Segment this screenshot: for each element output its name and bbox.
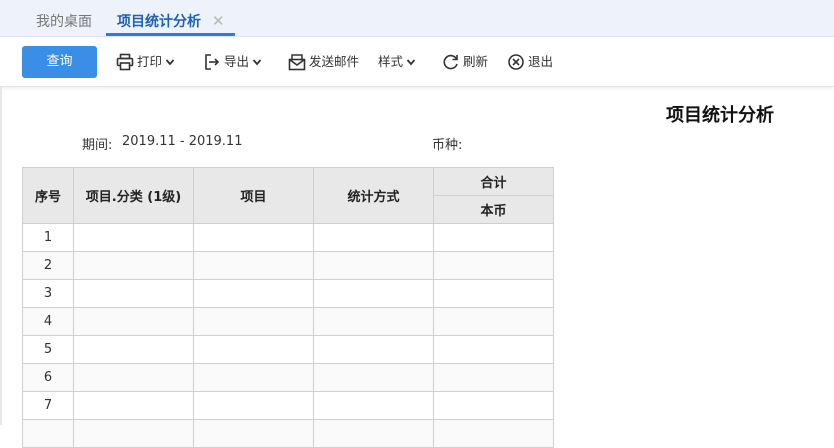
cell-item[interactable] [193, 279, 314, 308]
cell-item[interactable] [193, 335, 314, 364]
table-row[interactable]: 2 [22, 251, 554, 280]
table-body: 1234567 [22, 223, 554, 448]
tab-bar: 我的桌面 项目统计分析 ✕ [0, 0, 834, 37]
cell-method[interactable] [313, 307, 434, 336]
print-label: 打印 [137, 54, 163, 69]
cell-item[interactable] [193, 223, 314, 252]
report-table: 序号 项目.分类 (1级) 项目 统计方式 合计 本币 1234567 [22, 167, 554, 448]
period-label: 期间: [82, 138, 113, 153]
cell-amount[interactable] [433, 279, 554, 308]
exit-button[interactable]: 退出 [507, 52, 553, 72]
cell-method[interactable] [313, 279, 434, 308]
printer-icon [116, 53, 134, 71]
refresh-icon [443, 54, 458, 70]
table-row[interactable]: 1 [22, 223, 554, 252]
cell-amount[interactable] [433, 335, 554, 364]
cell-method[interactable] [313, 335, 434, 364]
cell-seq[interactable]: 2 [22, 251, 74, 280]
toolbar: 查询 打印 导出 发送邮件 样式 刷新 退出 [0, 37, 834, 87]
style-dropdown[interactable]: 样式 [378, 52, 416, 72]
send-mail-label: 发送邮件 [309, 54, 360, 69]
cell-amount[interactable] [433, 251, 554, 280]
cell-item[interactable] [193, 419, 314, 448]
cell-seq[interactable]: 3 [22, 279, 74, 308]
cell-category[interactable] [73, 307, 194, 336]
cell-seq[interactable]: 7 [22, 391, 74, 420]
table-row[interactable]: 6 [22, 363, 554, 392]
tab-my-desktop[interactable]: 我的桌面 [36, 12, 92, 34]
period-value: 2019.11 - 2019.11 [122, 134, 243, 149]
header-local-currency: 本币 [433, 195, 554, 224]
header-method: 统计方式 [313, 167, 434, 224]
cell-amount[interactable] [433, 307, 554, 336]
close-icon[interactable]: ✕ [212, 12, 225, 30]
cell-category[interactable] [73, 223, 194, 252]
cell-amount[interactable] [433, 419, 554, 448]
print-button[interactable]: 打印 [116, 52, 175, 72]
style-label: 样式 [378, 54, 404, 69]
tab-label: 项目统计分析 [117, 14, 201, 30]
table-row[interactable]: 5 [22, 335, 554, 364]
cell-category[interactable] [73, 335, 194, 364]
cell-method[interactable] [313, 391, 434, 420]
exit-label: 退出 [528, 54, 554, 69]
header-seq: 序号 [22, 167, 74, 224]
query-button[interactable]: 查询 [22, 46, 97, 78]
refresh-button[interactable]: 刷新 [442, 52, 488, 72]
cell-amount[interactable] [433, 363, 554, 392]
export-button[interactable]: 导出 [203, 52, 262, 72]
cell-seq[interactable]: 6 [22, 363, 74, 392]
chevron-down-icon [406, 59, 416, 66]
cell-item[interactable] [193, 251, 314, 280]
cell-method[interactable] [313, 223, 434, 252]
envelope-icon [288, 54, 306, 71]
chevron-down-icon [165, 59, 175, 66]
refresh-label: 刷新 [463, 54, 489, 69]
export-label: 导出 [224, 54, 250, 69]
header-item: 项目 [193, 167, 314, 224]
cell-seq[interactable]: 4 [22, 307, 74, 336]
table-row[interactable]: 3 [22, 279, 554, 308]
cell-category[interactable] [73, 363, 194, 392]
table-row[interactable] [22, 419, 554, 448]
cell-category[interactable] [73, 391, 194, 420]
header-total: 合计 [433, 167, 554, 196]
currency-label: 币种: [432, 138, 463, 153]
cell-seq[interactable] [22, 419, 74, 448]
cell-category[interactable] [73, 279, 194, 308]
table-row[interactable]: 7 [22, 391, 554, 420]
export-icon [205, 54, 220, 70]
cell-item[interactable] [193, 363, 314, 392]
cell-amount[interactable] [433, 223, 554, 252]
report-title: 项目统计分析 [666, 105, 774, 126]
cell-item[interactable] [193, 307, 314, 336]
cell-seq[interactable]: 1 [22, 223, 74, 252]
cell-item[interactable] [193, 391, 314, 420]
cell-category[interactable] [73, 419, 194, 448]
close-circle-icon [508, 54, 524, 70]
cell-seq[interactable]: 5 [22, 335, 74, 364]
table-row[interactable]: 4 [22, 307, 554, 336]
header-category: 项目.分类 (1级) [73, 167, 194, 224]
cell-amount[interactable] [433, 391, 554, 420]
send-mail-button[interactable]: 发送邮件 [288, 52, 359, 72]
cell-category[interactable] [73, 251, 194, 280]
panel-edge [0, 87, 2, 425]
cell-method[interactable] [313, 419, 434, 448]
cell-method[interactable] [313, 251, 434, 280]
chevron-down-icon [252, 59, 262, 66]
cell-method[interactable] [313, 363, 434, 392]
